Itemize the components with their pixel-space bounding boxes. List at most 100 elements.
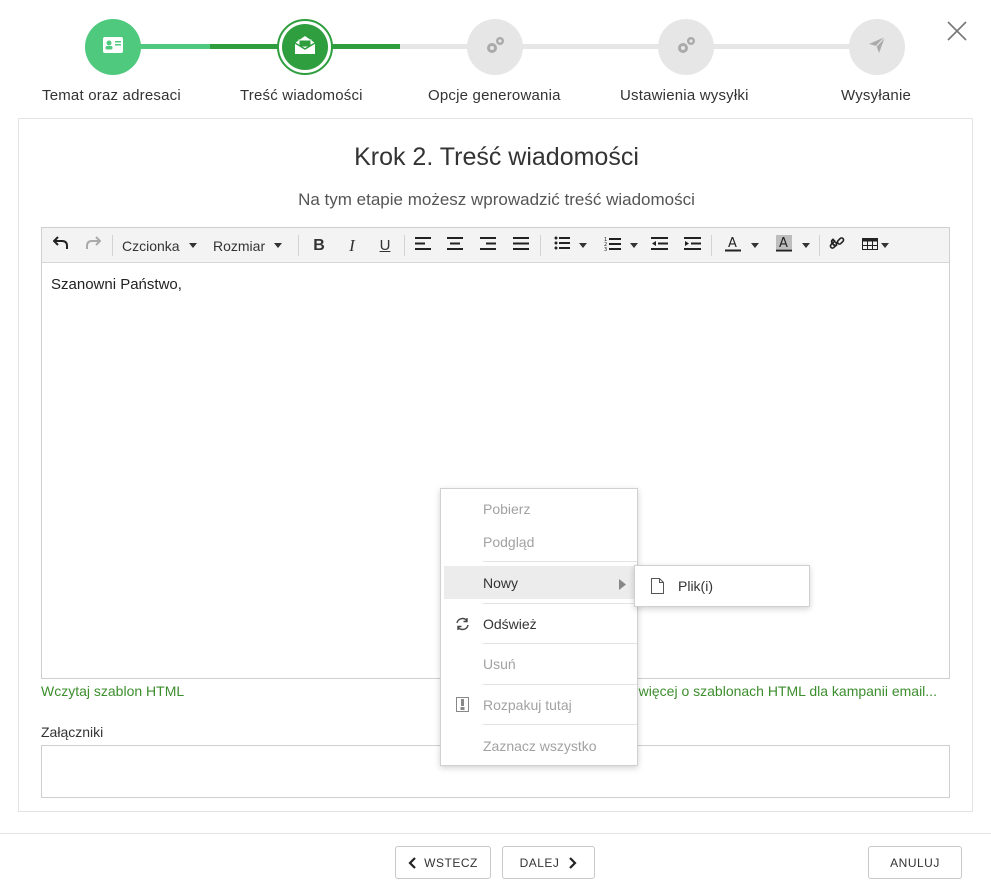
close-button[interactable] bbox=[944, 18, 970, 44]
new-submenu: Plik(i) bbox=[634, 565, 810, 607]
toolbar-divider bbox=[298, 235, 299, 256]
redo-button[interactable] bbox=[80, 228, 106, 263]
bold-button[interactable]: B bbox=[306, 228, 332, 263]
menu-item-label: Pobierz bbox=[483, 500, 531, 517]
step-4-circle[interactable] bbox=[658, 19, 714, 75]
step-connector bbox=[330, 44, 400, 49]
numbered-list-icon: 123 bbox=[604, 236, 621, 256]
step-1-label: Temat oraz adresaci bbox=[42, 87, 181, 104]
step-2-label: Treść wiadomości bbox=[240, 87, 363, 104]
next-button-label: DALEJ bbox=[519, 855, 560, 870]
bold-icon: B bbox=[313, 236, 325, 254]
step-connector bbox=[210, 44, 280, 49]
align-center-button[interactable] bbox=[442, 228, 468, 263]
align-justify-icon bbox=[513, 236, 529, 255]
underline-button[interactable]: U bbox=[372, 228, 398, 263]
underline-icon: U bbox=[379, 237, 391, 254]
file-context-menu: Pobierz Podgląd Nowy Odśwież Usuń Rozpak… bbox=[440, 488, 638, 766]
submenu-item-label: Plik(i) bbox=[678, 577, 713, 594]
step-connector bbox=[400, 44, 470, 49]
outdent-icon bbox=[650, 236, 668, 255]
learn-more-link[interactable]: e więcej o szablonach HTML dla kampanii … bbox=[627, 683, 937, 699]
font-family-dropdown[interactable]: Czcionka bbox=[122, 228, 197, 263]
menu-divider bbox=[483, 684, 637, 685]
page-title: Krok 2. Treść wiadomości bbox=[354, 143, 639, 171]
toolbar-divider bbox=[540, 235, 541, 256]
menu-item-label: Nowy bbox=[483, 574, 519, 591]
chevron-down-icon bbox=[750, 243, 759, 248]
menu-item-delete[interactable]: Usuń bbox=[441, 647, 637, 680]
indent-button[interactable] bbox=[679, 228, 705, 263]
close-icon bbox=[944, 21, 970, 48]
step-connector bbox=[520, 44, 660, 49]
cancel-button-label: ANULUJ bbox=[890, 855, 940, 870]
menu-item-extract-here[interactable]: Rozpakuj tutaj bbox=[441, 688, 637, 721]
menu-item-label: Zaznacz wszystko bbox=[483, 737, 597, 754]
chevron-down-icon bbox=[801, 243, 810, 248]
step-connector bbox=[140, 44, 210, 49]
step-3-circle[interactable] bbox=[467, 19, 523, 75]
step-3-label: Opcje generowania bbox=[428, 87, 561, 104]
contact-card-icon bbox=[102, 36, 124, 59]
font-size-label: Rozmiar bbox=[213, 237, 266, 254]
file-icon bbox=[649, 577, 665, 594]
step-4-label: Ustawienia wysyłki bbox=[620, 87, 749, 104]
table-icon bbox=[861, 237, 878, 255]
italic-button[interactable]: I bbox=[339, 228, 365, 263]
next-button[interactable]: DALEJ bbox=[502, 846, 595, 879]
back-button[interactable]: WSTECZ bbox=[395, 846, 491, 879]
undo-button[interactable] bbox=[48, 228, 74, 263]
link-icon bbox=[829, 235, 845, 256]
editor-toolbar: Czcionka Rozmiar B I U 1 2 3 A A bbox=[42, 228, 949, 263]
attachments-label: Załączniki bbox=[41, 724, 104, 740]
chevron-down-icon bbox=[274, 243, 283, 248]
step-1-circle[interactable] bbox=[85, 19, 141, 75]
chevron-down-icon bbox=[630, 243, 638, 248]
menu-divider bbox=[483, 643, 637, 644]
submenu-item-files[interactable]: Plik(i) bbox=[635, 569, 809, 602]
background-color-icon: A bbox=[775, 234, 793, 257]
align-right-icon bbox=[480, 236, 496, 255]
chevron-down-icon bbox=[880, 243, 889, 248]
text-color-button[interactable]: A bbox=[718, 228, 764, 263]
align-center-icon bbox=[447, 236, 463, 255]
toolbar-divider bbox=[404, 235, 405, 256]
cancel-button[interactable]: ANULUJ bbox=[868, 846, 962, 879]
submenu-arrow-icon bbox=[619, 577, 626, 593]
text-color-icon: A bbox=[724, 235, 742, 257]
table-button[interactable] bbox=[857, 228, 893, 263]
svg-text:3: 3 bbox=[604, 247, 607, 251]
toolbar-divider bbox=[819, 235, 820, 256]
wizard-stepper: Temat oraz adresaci Treść wiadomości Opc… bbox=[0, 0, 991, 118]
menu-item-label: Rozpakuj tutaj bbox=[483, 696, 572, 713]
align-left-button[interactable] bbox=[410, 228, 436, 263]
step-2-circle[interactable] bbox=[277, 19, 333, 75]
archive-icon bbox=[454, 697, 470, 713]
load-template-link[interactable]: Wczytaj szablon HTML bbox=[41, 683, 184, 699]
font-size-dropdown[interactable]: Rozmiar bbox=[213, 228, 283, 263]
menu-item-new[interactable]: Nowy bbox=[444, 566, 636, 599]
svg-text:A: A bbox=[728, 236, 737, 251]
toolbar-divider bbox=[711, 235, 712, 256]
outdent-button[interactable] bbox=[646, 228, 672, 263]
menu-item-select-all[interactable]: Zaznacz wszystko bbox=[441, 729, 637, 762]
menu-item-refresh[interactable]: Odśwież bbox=[441, 607, 637, 640]
align-justify-button[interactable] bbox=[508, 228, 534, 263]
link-button[interactable] bbox=[824, 228, 850, 263]
menu-divider bbox=[483, 561, 637, 562]
menu-item-preview[interactable]: Podgląd bbox=[441, 525, 637, 558]
undo-icon bbox=[52, 236, 69, 255]
align-right-button[interactable] bbox=[475, 228, 501, 263]
step-5-circle[interactable] bbox=[849, 19, 905, 75]
menu-item-label: Odśwież bbox=[483, 615, 537, 632]
editor-content[interactable]: Szanowni Państwo, bbox=[51, 276, 182, 293]
paper-plane-icon bbox=[867, 35, 887, 60]
numbered-list-button[interactable]: 123 bbox=[598, 228, 644, 263]
redo-icon bbox=[85, 236, 102, 255]
bullet-list-button[interactable] bbox=[547, 228, 593, 263]
background-color-button[interactable]: A bbox=[769, 228, 815, 263]
align-left-icon bbox=[415, 236, 431, 255]
chevron-left-icon bbox=[408, 856, 416, 869]
gears-icon bbox=[674, 34, 698, 61]
menu-item-download[interactable]: Pobierz bbox=[441, 492, 637, 525]
